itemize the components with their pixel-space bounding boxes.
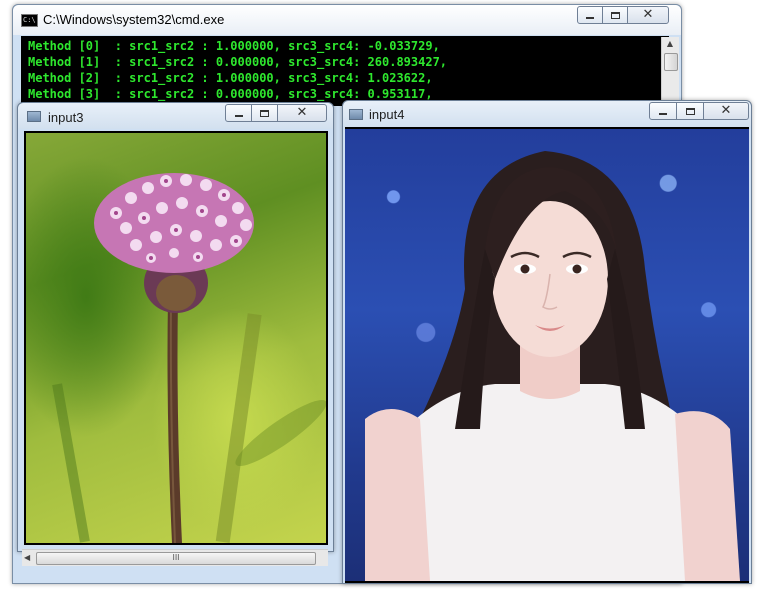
minimize-button[interactable] bbox=[225, 104, 252, 122]
scroll-grip: III bbox=[172, 553, 180, 562]
scroll-left-icon[interactable]: ◀ bbox=[24, 553, 30, 562]
console-line: Method [0] : src1_src2 : 1.000000, src3_… bbox=[28, 39, 440, 53]
scroll-up-icon[interactable]: ▲ bbox=[665, 39, 675, 49]
cmd-icon: C:\ bbox=[21, 14, 38, 27]
flower-image bbox=[26, 133, 327, 544]
window-title: input3 bbox=[48, 110, 84, 125]
console-output[interactable]: Method [0] : src1_src2 : 1.000000, src3_… bbox=[21, 36, 669, 106]
maximize-button[interactable] bbox=[602, 6, 628, 24]
window-title: input4 bbox=[369, 107, 405, 122]
input4-window: input4 ✕ bbox=[342, 100, 752, 584]
image-display[interactable] bbox=[345, 127, 749, 583]
portrait-illustration bbox=[365, 151, 740, 581]
scroll-thumb[interactable]: III bbox=[36, 552, 316, 565]
minimize-icon bbox=[586, 17, 594, 19]
minimize-button[interactable] bbox=[577, 6, 603, 24]
window-title: C:\Windows\system32\cmd.exe bbox=[43, 12, 225, 27]
close-button[interactable]: ✕ bbox=[703, 102, 749, 120]
input3-window: input3 ✕ ◀ III bbox=[17, 102, 334, 566]
console-line: Method [1] : src1_src2 : 0.000000, src3_… bbox=[28, 55, 448, 69]
image-display[interactable] bbox=[24, 131, 328, 545]
minimize-button[interactable] bbox=[649, 102, 677, 120]
input4-titlebar[interactable]: input4 ✕ bbox=[343, 101, 751, 127]
maximize-icon bbox=[685, 107, 695, 115]
minimize-icon bbox=[659, 113, 667, 115]
minimize-icon bbox=[234, 115, 243, 117]
console-scrollbar[interactable]: ▲ bbox=[661, 37, 679, 105]
input3-titlebar[interactable]: input3 ✕ bbox=[18, 103, 333, 129]
portrait-image bbox=[345, 129, 749, 581]
scroll-thumb[interactable] bbox=[664, 53, 678, 71]
maximize-icon bbox=[610, 11, 620, 19]
close-icon: ✕ bbox=[720, 103, 732, 118]
close-icon: ✕ bbox=[642, 7, 654, 22]
cmd-titlebar[interactable]: C:\ C:\Windows\system32\cmd.exe ✕ bbox=[13, 5, 681, 35]
window-icon bbox=[27, 111, 41, 122]
console-line: Method [2] : src1_src2 : 1.000000, src3_… bbox=[28, 71, 433, 85]
window-icon bbox=[349, 109, 363, 120]
maximize-icon bbox=[260, 109, 269, 117]
close-icon: ✕ bbox=[296, 105, 308, 120]
horizontal-scrollbar[interactable]: ◀ III bbox=[22, 549, 328, 566]
flower-illustration bbox=[52, 173, 327, 544]
maximize-button[interactable] bbox=[676, 102, 704, 120]
maximize-button[interactable] bbox=[251, 104, 278, 122]
close-button[interactable]: ✕ bbox=[627, 6, 669, 24]
close-button[interactable]: ✕ bbox=[277, 104, 327, 122]
